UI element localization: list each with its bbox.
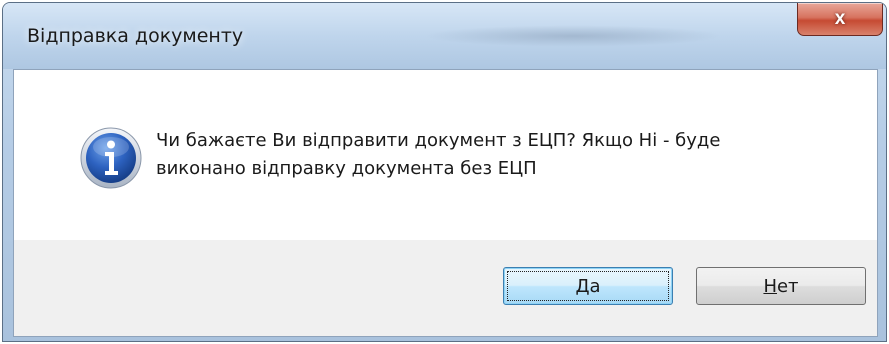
info-icon xyxy=(80,127,142,189)
close-icon: x xyxy=(834,8,846,29)
no-button-mnemonic: Н xyxy=(763,275,777,297)
no-button[interactable]: Нет xyxy=(696,267,866,305)
message-area: Чи бажаєте Ви відправити документ з ЕЦП?… xyxy=(14,70,877,240)
yes-button[interactable]: Да xyxy=(503,267,673,305)
title-bar[interactable]: Відправка документу x xyxy=(3,3,886,69)
message-line: Чи бажаєте Ви відправити документ з ЕЦП?… xyxy=(156,130,721,151)
dialog-message: Чи бажаєте Ви відправити документ з ЕЦП?… xyxy=(156,127,856,183)
dialog-client-area: Чи бажаєте Ви відправити документ з ЕЦП?… xyxy=(13,69,878,337)
yes-button-label: а xyxy=(589,275,601,297)
message-line: виконано відправку документа без ЕЦП xyxy=(156,158,537,179)
yes-button-mnemonic: Д xyxy=(575,275,590,297)
no-button-label: ет xyxy=(776,275,799,297)
dialog-window: Відправка документу x Чи бажаєте Ви відп… xyxy=(2,2,887,342)
window-title: Відправка документу xyxy=(27,25,244,47)
close-button[interactable]: x xyxy=(797,3,883,36)
